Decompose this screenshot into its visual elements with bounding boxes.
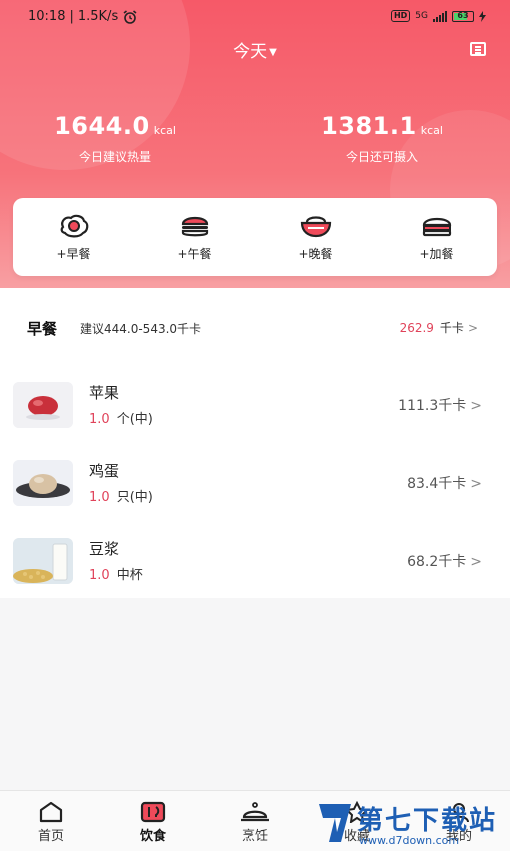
meal-total: 262.9 千卡 > [399,321,478,335]
soymilk-thumbnail [13,538,73,584]
food-kcal: 111.3千卡 > [398,398,482,414]
apple-thumbnail [13,382,73,428]
diet-icon [140,801,166,823]
watermark-logo-icon [319,804,351,842]
fried-egg-icon [60,214,88,237]
egg-thumbnail [13,460,73,506]
watermark-url: www.d7down.com [359,834,460,847]
food-name: 鸡蛋 [89,462,120,480]
tab-diet[interactable]: 饮食 [113,801,193,844]
food-item-egg[interactable]: 鸡蛋 1.0 只(中) 83.4千卡 > [0,460,510,530]
status-bar: 10:18 | 1.5K/s HD 5G 63 [0,8,510,28]
date-selector[interactable]: 今天 ▼ [0,37,510,62]
caret-down-icon: ▼ [269,46,277,58]
food-quantity: 1.0 个(中) [89,412,153,427]
food-item-soymilk[interactable]: 豆浆 1.0 中杯 68.2千卡 > [0,538,510,608]
food-item-apple[interactable]: 苹果 1.0 个(中) 111.3千卡 > [0,382,510,452]
chevron-right-icon: > [467,321,478,335]
recommended-kcal: 1644.0 kcal 今日建议热量 [54,112,176,164]
tab-home[interactable]: 首页 [11,801,91,844]
add-meal-card: +早餐 +午餐 +晚餐 +加餐 [13,198,497,276]
food-kcal: 83.4千卡 > [407,476,482,492]
rice-bowl-icon [300,215,331,237]
breakfast-header[interactable]: 早餐 建议444.0-543.0千卡 262.9 千卡 > [0,306,510,346]
meal-title: 早餐 [27,320,58,338]
battery-icon: 63 [452,10,474,22]
add-dinner-button[interactable]: +晚餐 [271,213,361,262]
record-list-icon[interactable] [470,42,486,56]
burger-icon [181,216,208,236]
chevron-right-icon: > [470,476,482,492]
signal-icon [433,10,447,22]
watermark-text: 第七下载站 [357,806,498,836]
alarm-icon [123,9,137,24]
meal-suggestion: 建议444.0-543.0千卡 [80,322,202,336]
food-quantity: 1.0 只(中) [89,490,153,505]
charging-icon [479,10,486,22]
net-speed: 1.5K/s [77,9,119,24]
food-quantity: 1.0 中杯 [89,568,143,583]
food-name: 豆浆 [89,540,120,558]
home-icon [39,801,63,823]
add-snack-button[interactable]: +加餐 [392,213,482,262]
remaining-kcal: 1381.1 kcal 今日还可摄入 [321,112,443,164]
hd-badge: HD [390,10,411,22]
date-label: 今天 [233,42,268,62]
network-type: 5G [415,11,428,21]
chevron-right-icon: > [470,398,482,414]
sandwich-icon [422,217,451,236]
breakfast-section: 早餐 建议444.0-543.0千卡 262.9 千卡 > 苹果 1.0 个(中) 1… [0,288,510,598]
add-lunch-button[interactable]: +午餐 [150,213,240,262]
add-breakfast-button[interactable]: +早餐 [29,213,119,262]
chevron-right-icon: > [470,554,482,570]
battery-level: 63 [457,10,469,20]
cloche-icon [241,802,269,822]
tab-cooking[interactable]: 烹饪 [215,801,295,844]
food-kcal: 68.2千卡 > [407,554,482,570]
clock: 10:18 [28,9,66,24]
food-name: 苹果 [89,384,120,402]
site-watermark: 第七下载站 www.d7down.com [315,800,505,848]
